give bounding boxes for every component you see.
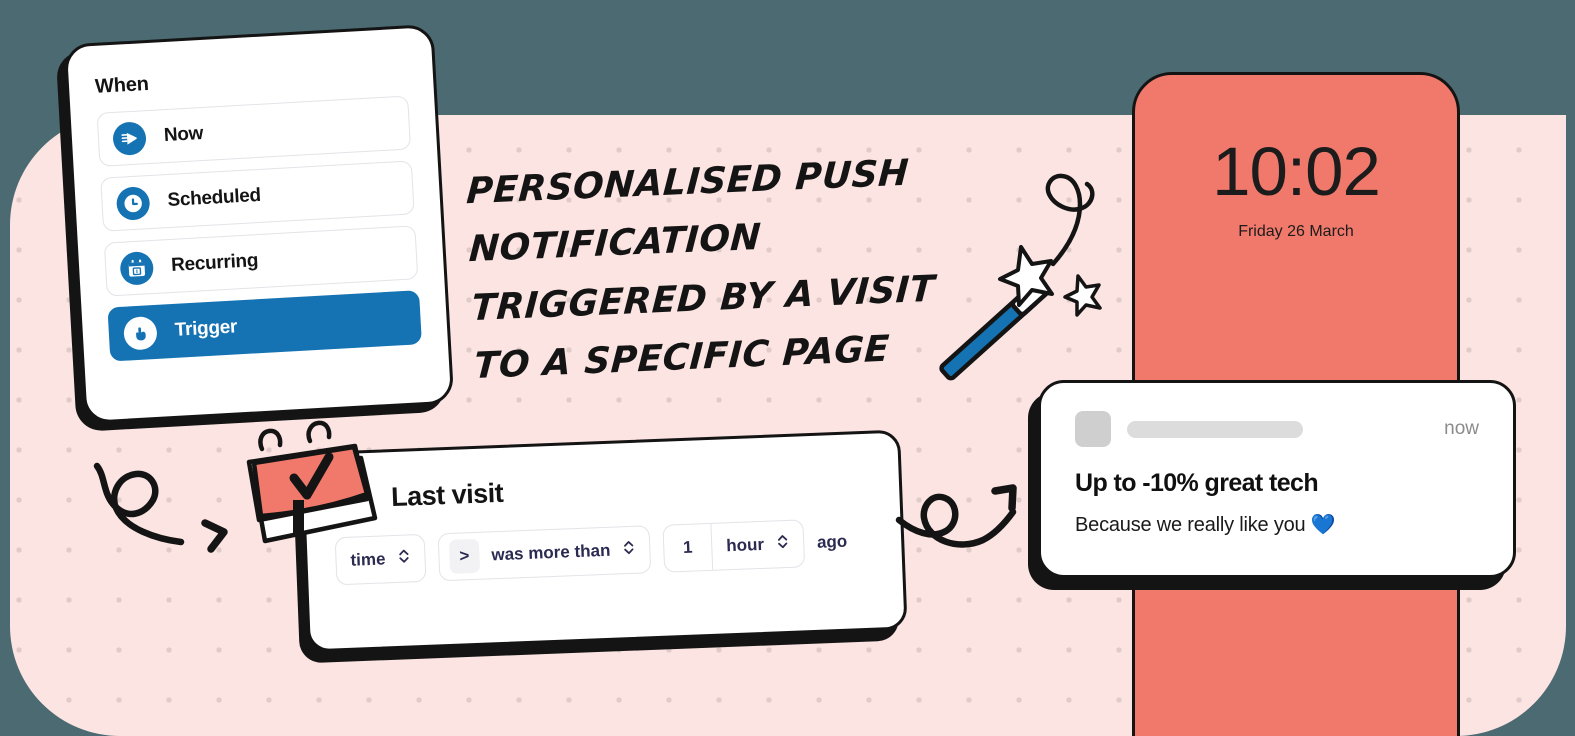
when-option-trigger[interactable]: Trigger: [107, 290, 422, 362]
last-visit-condition-row: time > was more than 1 hour ago: [334, 516, 902, 586]
amount-number-input[interactable]: 1: [663, 523, 714, 572]
clock-icon: [115, 185, 151, 221]
push-notification-card[interactable]: now Up to -10% great tech Because we rea…: [1038, 380, 1516, 578]
when-option-label: Trigger: [174, 316, 238, 341]
when-option-label: Recurring: [170, 250, 259, 276]
operator-select[interactable]: > was more than: [437, 525, 652, 582]
field-select-value: time: [350, 549, 386, 570]
when-option-label: Now: [163, 122, 204, 147]
when-option-scheduled[interactable]: Scheduled: [100, 160, 415, 232]
last-visit-card: Last visit time > was more than 1 hour a…: [300, 429, 908, 653]
send-icon: [112, 120, 147, 156]
when-card: When Now Scheduled Recurring Trigger: [63, 23, 455, 425]
pointer-hand-icon: [122, 315, 158, 351]
notification-header: now: [1075, 411, 1479, 447]
app-name-placeholder-bar: [1127, 420, 1303, 438]
handwritten-annotation: Personalised push notification triggered…: [465, 141, 1004, 396]
illustration-canvas: 10:02 Friday 26 March When Now Scheduled…: [0, 0, 1575, 736]
operator-badge: >: [448, 538, 481, 574]
notification-body: Because we really like you 💙: [1075, 514, 1336, 536]
when-option-recurring[interactable]: Recurring: [103, 225, 419, 297]
chevron-updown-icon: [397, 547, 411, 569]
amount-stepper[interactable]: 1 hour: [662, 519, 805, 573]
field-select[interactable]: time: [334, 533, 427, 586]
when-card-title: When: [94, 72, 150, 98]
operator-select-value: was more than: [491, 540, 611, 565]
amount-unit-value: hour: [725, 534, 765, 556]
calendar-icon: [119, 250, 155, 286]
notification-title: Up to -10% great tech: [1075, 469, 1319, 497]
chevron-updown-icon: [776, 533, 790, 555]
notification-timestamp: now: [1444, 418, 1479, 439]
chevron-updown-icon: [622, 539, 636, 561]
phone-lockscreen-clock: 10:02: [1212, 133, 1381, 210]
phone-lockscreen-date: Friday 26 March: [1238, 223, 1354, 240]
amount-unit-select[interactable]: hour: [711, 520, 803, 569]
when-option-label: Scheduled: [166, 184, 262, 212]
app-placeholder-icon: [1075, 411, 1111, 447]
last-visit-title: Last visit: [390, 477, 504, 513]
ago-label: ago: [816, 531, 848, 552]
when-option-now[interactable]: Now: [96, 95, 412, 167]
